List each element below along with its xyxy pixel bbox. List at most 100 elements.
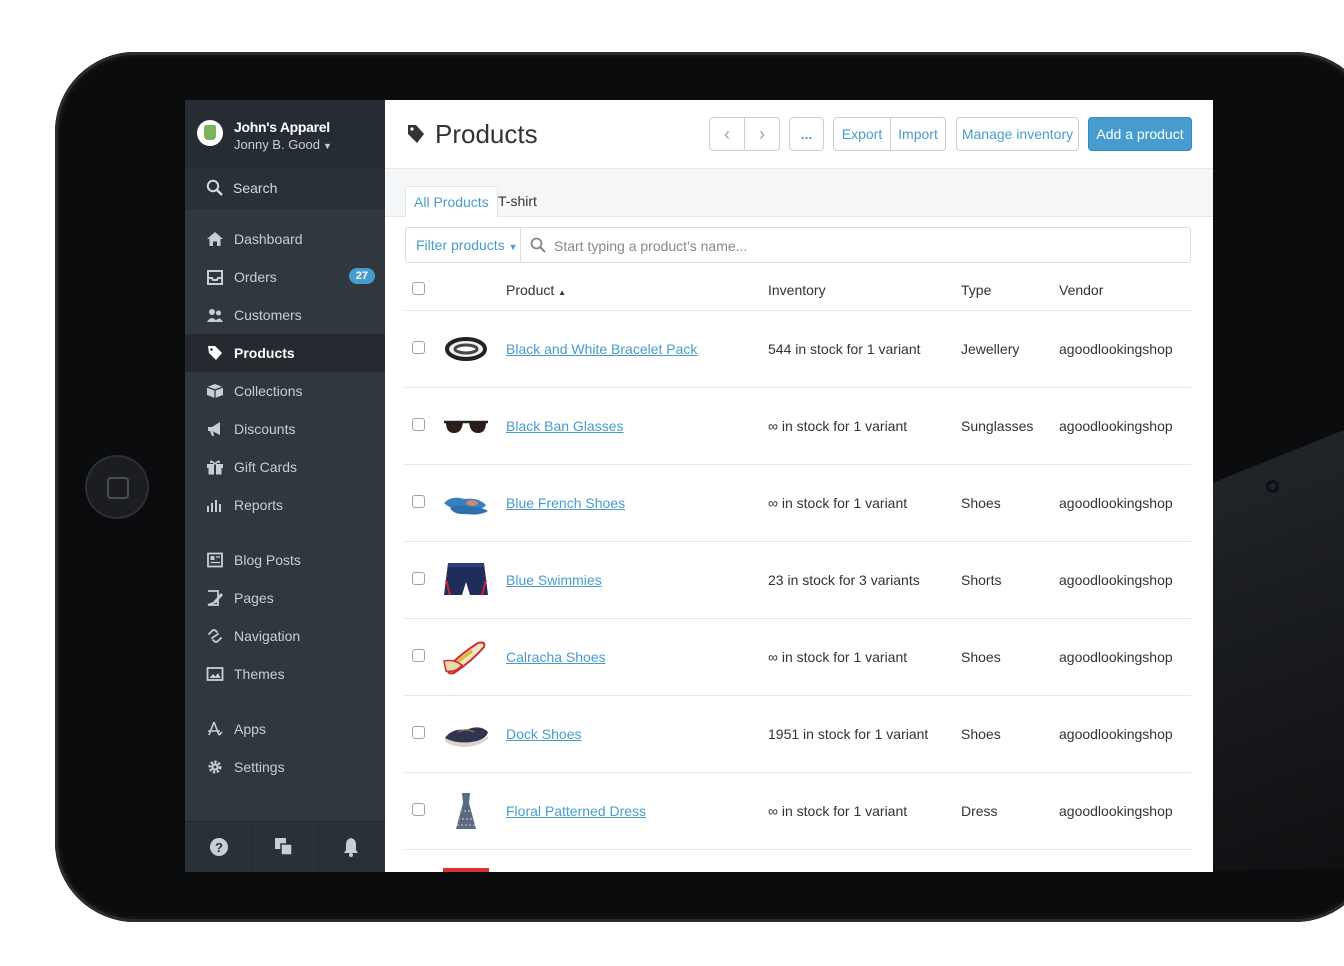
sidebar-item-label: Apps	[234, 721, 266, 737]
vendor-cell: agoodlookingshop	[1059, 387, 1191, 465]
previous-button[interactable]: ‹	[709, 117, 745, 151]
sidebar-item-collections[interactable]: Collections	[185, 372, 385, 410]
row-checkbox[interactable]	[412, 418, 425, 431]
inventory-cell: 544 in stock for 1 variant	[768, 310, 961, 388]
sidebar-item-orders[interactable]: Orders 27	[185, 258, 385, 296]
home-button[interactable]	[85, 455, 149, 519]
gift-icon	[207, 460, 223, 475]
search-icon	[206, 179, 223, 196]
vendor-cell: agoodlookingshop	[1059, 772, 1191, 850]
help-button[interactable]: ?	[185, 822, 252, 872]
store-switcher[interactable]: John's Apparel Jonny B. Good ▼	[185, 100, 385, 166]
sidebar-item-label: Collections	[234, 383, 303, 399]
shopify-logo-icon	[197, 120, 223, 146]
product-link[interactable]: Calracha Shoes	[506, 649, 606, 665]
inventory-cell: ∞ in stock for 1 variant	[768, 387, 961, 465]
bracelet-thumbnail[interactable]	[442, 329, 490, 369]
row-checkbox[interactable]	[412, 495, 425, 508]
table-row: Dock Shoes 1951 in stock for 1 variant S…	[405, 695, 1191, 773]
import-button[interactable]: Import	[890, 117, 946, 151]
sidebar-item-discounts[interactable]: Discounts	[185, 410, 385, 448]
sidebar-item-dashboard[interactable]: Dashboard	[185, 220, 385, 258]
nav-group-spacer	[185, 693, 385, 710]
next-row-thumbnail-peek	[443, 868, 489, 872]
home-button-icon	[107, 477, 129, 499]
gear-icon	[208, 760, 222, 774]
product-link[interactable]: Dock Shoes	[506, 726, 581, 742]
row-select-cell	[405, 387, 442, 465]
product-link[interactable]: Blue Swimmies	[506, 572, 602, 588]
tab-t-shirt[interactable]: T-shirt	[490, 186, 545, 216]
glasses-thumbnail[interactable]	[442, 406, 490, 446]
sidebar-item-navigation[interactable]: Navigation	[185, 617, 385, 655]
more-actions-button[interactable]: ...	[789, 117, 824, 151]
tab-all-products[interactable]: All Products	[405, 186, 498, 217]
thumb-header	[442, 270, 506, 311]
sidebar-item-customers[interactable]: Customers	[185, 296, 385, 334]
store-switch-button[interactable]	[252, 822, 319, 872]
row-checkbox[interactable]	[412, 649, 425, 662]
customers-icon	[207, 309, 223, 322]
table-header-row: Product ▲ Inventory Type Vendor	[405, 270, 1191, 311]
sidebar-item-label: Dashboard	[234, 231, 303, 247]
page-title: Products	[435, 119, 538, 149]
column-header-product[interactable]: Product ▲	[506, 270, 768, 311]
thumb-cell	[442, 541, 506, 619]
dress-thumbnail[interactable]	[442, 791, 490, 831]
sidebar-item-reports[interactable]: Reports	[185, 486, 385, 524]
add-product-button[interactable]: Add a product	[1088, 117, 1192, 151]
column-header-type: Type	[961, 270, 1059, 311]
sidebar-search[interactable]: Search	[185, 166, 385, 209]
flats-thumbnail[interactable]	[442, 637, 490, 677]
sidebar: John's Apparel Jonny B. Good ▼ Search Das…	[185, 100, 385, 872]
sidebar-item-blog-posts[interactable]: Blog Posts	[185, 541, 385, 579]
product-search-input[interactable]	[526, 228, 1213, 264]
row-select-cell	[405, 695, 442, 773]
product-link[interactable]: Black Ban Glasses	[506, 418, 624, 434]
bar-chart-icon	[207, 500, 221, 512]
table-row: Black Ban Glasses ∞ in stock for 1 varia…	[405, 387, 1191, 465]
type-cell: Jewellery	[961, 310, 1059, 388]
table-row: Blue Swimmies 23 in stock for 3 variants…	[405, 541, 1191, 619]
user-name: Jonny B. Good	[234, 137, 320, 152]
inventory-cell: ∞ in stock for 1 variant	[768, 618, 961, 696]
chevron-down-icon: ▼	[508, 242, 518, 252]
row-checkbox[interactable]	[412, 572, 425, 585]
tag-icon	[408, 125, 424, 143]
sidebar-item-settings[interactable]: Settings	[185, 748, 385, 786]
sidebar-item-label: Discounts	[234, 421, 296, 437]
dock-shoes-thumbnail[interactable]	[442, 714, 490, 754]
sidebar-item-apps[interactable]: Apps	[185, 710, 385, 748]
product-link[interactable]: Floral Patterned Dress	[506, 803, 646, 819]
table-row: Black and White Bracelet Pack 544 in sto…	[405, 310, 1191, 388]
type-cell: Shoes	[961, 464, 1059, 542]
chevron-down-icon: ▼	[323, 141, 332, 151]
row-select-cell	[405, 541, 442, 619]
products-table: Product ▲ Inventory Type Vendor Black an…	[405, 270, 1191, 850]
inventory-cell: ∞ in stock for 1 variant	[768, 772, 961, 850]
product-link[interactable]: Blue French Shoes	[506, 495, 625, 511]
bell-icon	[344, 838, 358, 857]
type-cell: Shoes	[961, 618, 1059, 696]
shorts-thumbnail[interactable]	[442, 560, 490, 600]
row-checkbox[interactable]	[412, 341, 425, 354]
export-button[interactable]: Export	[833, 117, 891, 151]
account-menu[interactable]: Jonny B. Good ▼	[234, 137, 332, 152]
filter-products-dropdown[interactable]: Filter products ▼	[406, 228, 521, 262]
sidebar-item-themes[interactable]: Themes	[185, 655, 385, 693]
sidebar-nav: Dashboard Orders 27 Customers Products C…	[185, 220, 385, 786]
sidebar-item-pages[interactable]: Pages	[185, 579, 385, 617]
manage-inventory-button[interactable]: Manage inventory	[956, 117, 1079, 151]
next-button[interactable]: ›	[744, 117, 780, 151]
row-select-cell	[405, 618, 442, 696]
thumb-cell	[442, 772, 506, 850]
blue-shoes-thumbnail[interactable]	[442, 483, 490, 523]
row-checkbox[interactable]	[412, 803, 425, 816]
product-name-cell: Blue French Shoes	[506, 464, 768, 542]
notifications-button[interactable]	[319, 822, 385, 872]
row-checkbox[interactable]	[412, 726, 425, 739]
sidebar-item-products[interactable]: Products	[185, 334, 385, 372]
select-all-checkbox[interactable]	[412, 282, 425, 295]
product-link[interactable]: Black and White Bracelet Pack	[506, 341, 697, 357]
sidebar-item-gift-cards[interactable]: Gift Cards	[185, 448, 385, 486]
